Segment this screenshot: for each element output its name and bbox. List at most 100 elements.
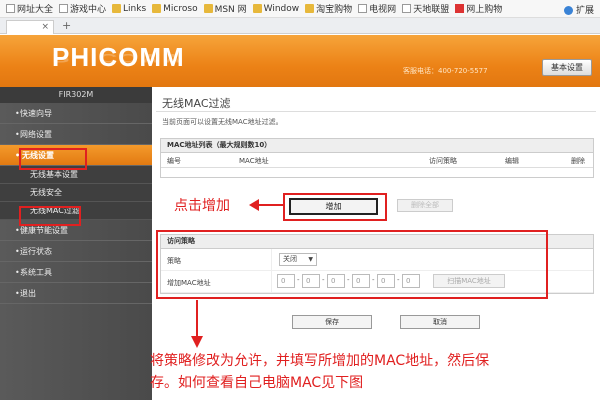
sidebar: FIR302M • 快速向导 • 网络设置 • 无线设置 无线基本设置 无线安全 无线… <box>0 87 152 400</box>
bookmark-item[interactable]: 天地联盟 <box>402 2 449 15</box>
column-header: 访问策略 <box>429 157 457 165</box>
extensions-button[interactable]: 扩展 <box>564 3 594 16</box>
policy-select[interactable]: 关闭 ▼ <box>279 253 317 266</box>
sidebar-item-wireless[interactable]: • 无线设置 <box>0 145 152 166</box>
policy-select-value: 关闭 <box>283 255 297 263</box>
scan-mac-button[interactable]: 扫描MAC地址 <box>433 274 505 288</box>
logo-reflection: PHICOMM <box>52 51 185 66</box>
bookmark-item[interactable]: 淘宝购物 <box>305 2 352 15</box>
model-label: FIR302M <box>0 87 152 103</box>
bookmark-label: 网上购物 <box>466 5 503 15</box>
divider <box>271 271 272 293</box>
page-icon <box>6 4 15 13</box>
mac-octet-input[interactable]: 0 <box>402 274 420 288</box>
mac-octet-input[interactable]: 0 <box>352 274 370 288</box>
bookmark-item[interactable]: Links <box>112 4 146 14</box>
sidebar-item-system-tools[interactable]: • 系统工具 <box>0 262 152 283</box>
column-header: 编号 <box>167 157 181 165</box>
bookmark-label: 网址大全 <box>17 5 54 15</box>
separator: - <box>347 276 350 284</box>
folder-icon <box>112 4 122 13</box>
sidebar-item-label: 健康节能设置 <box>20 226 68 235</box>
bookmark-label: Links <box>123 3 147 14</box>
bookmarks-bar: 网址大全 游戏中心 Links Microso MSN 网 Window 淘宝购… <box>0 0 600 18</box>
close-icon[interactable]: × <box>41 22 49 32</box>
bullet-icon: • <box>15 247 20 256</box>
page-icon <box>59 4 69 13</box>
page-icon <box>358 4 368 13</box>
bookmark-item[interactable]: 电视网 <box>358 2 396 15</box>
sidebar-item-label: 系统工具 <box>20 268 52 277</box>
page-title: 无线MAC过滤 <box>162 97 231 110</box>
folder-icon <box>305 4 315 13</box>
separator: - <box>297 276 300 284</box>
annotation-instruction-line1: 将策略修改为允许，并填写所增加的MAC地址，然后保 <box>150 353 490 369</box>
sidebar-subitem-wireless-security[interactable]: 无线安全 <box>0 184 152 202</box>
bullet-icon: • <box>15 130 20 139</box>
divider <box>156 111 596 112</box>
sidebar-item-label: 运行状态 <box>20 247 52 256</box>
bookmark-label: MSN 网 <box>214 5 247 15</box>
sidebar-item-power-saving[interactable]: • 健康节能设置 <box>0 220 152 241</box>
bullet-icon: • <box>15 268 20 277</box>
sidebar-subitem-wireless-mac-filter[interactable]: 无线MAC过滤 <box>0 202 152 220</box>
browser-extensions: 扩展 <box>564 3 594 16</box>
tab-bar: × + <box>0 18 600 34</box>
mac-octet-input[interactable]: 0 <box>302 274 320 288</box>
cancel-button[interactable]: 取消 <box>400 315 480 329</box>
annotation-click-add: 点击增加 <box>174 198 230 214</box>
add-mac-label: 增加MAC地址 <box>167 279 211 287</box>
browser-tab[interactable]: × <box>6 20 54 34</box>
bookmark-item[interactable]: 网上购物 <box>455 2 502 15</box>
bullet-icon: • <box>15 289 20 298</box>
bookmark-item[interactable]: MSN 网 <box>203 2 247 15</box>
separator: - <box>372 276 375 284</box>
hotline-text: 客服电话：400-720-5577 <box>403 67 488 75</box>
bookmark-label: 游戏中心 <box>70 5 107 15</box>
separator: - <box>397 276 400 284</box>
separator: - <box>322 276 325 284</box>
sidebar-item-label: 无线设置 <box>22 151 54 160</box>
sidebar-item-quick-setup[interactable]: • 快速向导 <box>0 103 152 124</box>
add-button[interactable]: 增加 <box>289 198 378 215</box>
bookmark-label: Microso <box>163 3 198 14</box>
sidebar-item-logout[interactable]: • 退出 <box>0 283 152 304</box>
sidebar-subitem-wireless-basic[interactable]: 无线基本设置 <box>0 166 152 184</box>
annotation-instruction-line2: 存。如何查看自己电脑MAC见下图 <box>150 375 364 391</box>
policy-label: 策略 <box>167 257 181 265</box>
bookmark-item[interactable]: 网址大全 <box>6 2 53 15</box>
page: 网址大全 游戏中心 Links Microso MSN 网 Window 淘宝购… <box>0 0 600 400</box>
sidebar-item-label: 网络设置 <box>20 130 52 139</box>
sidebar-item-label: 退出 <box>20 289 36 298</box>
mac-octet-input[interactable]: 0 <box>327 274 345 288</box>
divider <box>271 249 272 271</box>
mac-octet-input[interactable]: 0 <box>277 274 295 288</box>
bookmark-label: 电视网 <box>369 5 397 15</box>
mac-octet-input[interactable]: 0 <box>377 274 395 288</box>
bullet-icon: • <box>15 151 21 160</box>
bullet-icon: • <box>15 109 20 118</box>
bookmark-item[interactable]: Microso <box>152 3 198 14</box>
new-tab-button[interactable]: + <box>62 19 71 32</box>
page-description: 当前页面可以设置无线MAC地址过滤。 <box>162 118 283 126</box>
access-policy-caption: 访问策略 <box>161 235 593 249</box>
sidebar-item-status[interactable]: • 运行状态 <box>0 241 152 262</box>
bookmark-label: Window <box>263 3 300 14</box>
bookmark-item[interactable]: 游戏中心 <box>59 2 106 15</box>
chevron-down-icon: ▼ <box>308 256 313 263</box>
extensions-label: 扩展 <box>575 6 594 16</box>
sidebar-item-network[interactable]: • 网络设置 <box>0 124 152 145</box>
access-policy-panel: 访问策略 策略 关闭 ▼ 增加MAC地址 0 - 0 - 0 - 0 - 0 - … <box>160 234 594 294</box>
mac-list-table: MAC地址列表（最大规则数10） 编号 MAC地址 访问策略 编辑 删除 <box>160 138 594 178</box>
bookmark-label: 天地联盟 <box>413 5 450 15</box>
save-button[interactable]: 保存 <box>292 315 372 329</box>
column-header: 编辑 <box>505 157 519 165</box>
delete-all-button[interactable]: 删除全部 <box>397 199 453 212</box>
bookmark-item[interactable]: Window <box>252 3 300 14</box>
router-header: PHICOMM PHICOMM 客服电话：400-720-5577 基本设置 <box>0 35 600 87</box>
bookmark-label: 淘宝购物 <box>316 5 353 15</box>
arrow-down-icon <box>191 300 203 348</box>
basic-settings-button[interactable]: 基本设置 <box>542 59 592 76</box>
policy-row: 策略 关闭 ▼ <box>161 249 593 271</box>
folder-icon <box>252 4 262 13</box>
